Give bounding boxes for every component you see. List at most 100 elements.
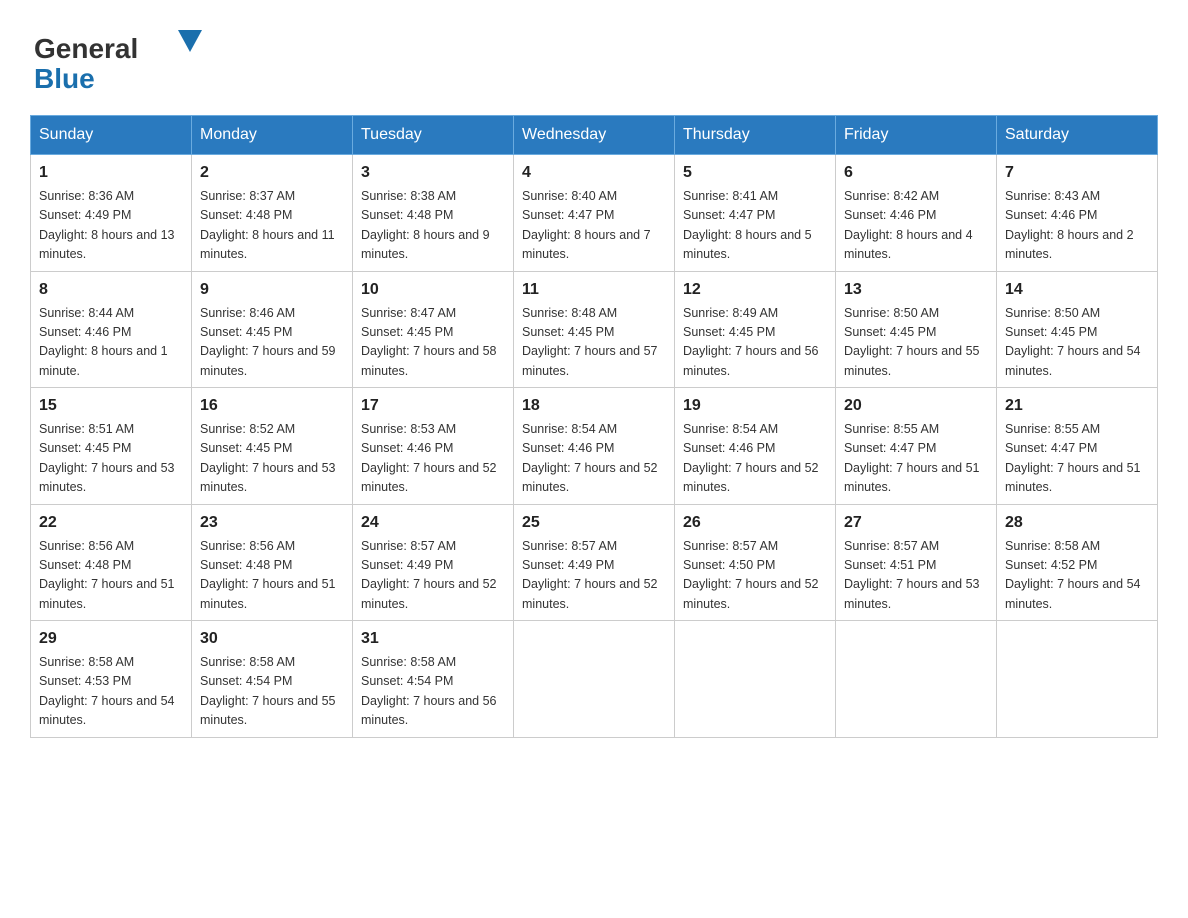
day-number: 24 [361, 511, 505, 535]
weekday-header-wednesday: Wednesday [514, 116, 675, 155]
day-number: 22 [39, 511, 183, 535]
calendar-week-5: 29Sunrise: 8:58 AMSunset: 4:53 PMDayligh… [31, 621, 1158, 738]
weekday-header-saturday: Saturday [997, 116, 1158, 155]
calendar-week-4: 22 Sunrise: 8:56 AMSunset: 4:48 PMDayligh… [31, 504, 1158, 621]
day-info: Sunrise: 8:57 AMSunset: 4:50 PMDaylight:… [683, 537, 827, 615]
day-number: 14 [1005, 278, 1149, 302]
svg-text:General: General [34, 33, 138, 64]
page-header: General Blue [30, 20, 1158, 95]
calendar-cell: 21Sunrise: 8:55 AMSunset: 4:47 PMDayligh… [997, 388, 1158, 505]
weekday-header-sunday: Sunday [31, 116, 192, 155]
day-info: Sunrise: 8:53 AMSunset: 4:46 PMDaylight:… [361, 420, 505, 498]
logo-svg: General Blue [30, 20, 220, 95]
calendar-cell: 28Sunrise: 8:58 AMSunset: 4:52 PMDayligh… [997, 504, 1158, 621]
day-info: Sunrise: 8:58 AMSunset: 4:52 PMDaylight:… [1005, 537, 1149, 615]
day-number: 31 [361, 627, 505, 651]
day-number: 26 [683, 511, 827, 535]
day-number: 6 [844, 161, 988, 185]
calendar-week-1: 1Sunrise: 8:36 AMSunset: 4:49 PMDaylight… [31, 155, 1158, 272]
day-number: 9 [200, 278, 344, 302]
day-info: Sunrise: 8:44 AMSunset: 4:46 PMDaylight:… [39, 304, 183, 382]
day-info: Sunrise: 8:50 AMSunset: 4:45 PMDaylight:… [1005, 304, 1149, 382]
day-number: 23 [200, 511, 344, 535]
calendar-cell: 25Sunrise: 8:57 AMSunset: 4:49 PMDayligh… [514, 504, 675, 621]
day-info: Sunrise: 8:54 AMSunset: 4:46 PMDaylight:… [683, 420, 827, 498]
day-info: Sunrise: 8:54 AMSunset: 4:46 PMDaylight:… [522, 420, 666, 498]
weekday-header-row: SundayMondayTuesdayWednesdayThursdayFrid… [31, 116, 1158, 155]
day-info: Sunrise: 8:55 AMSunset: 4:47 PMDaylight:… [1005, 420, 1149, 498]
day-info: Sunrise: 8:43 AMSunset: 4:46 PMDaylight:… [1005, 187, 1149, 265]
day-info: Sunrise: 8:41 AMSunset: 4:47 PMDaylight:… [683, 187, 827, 265]
day-number: 28 [1005, 511, 1149, 535]
day-number: 16 [200, 394, 344, 418]
day-number: 7 [1005, 161, 1149, 185]
day-info: Sunrise: 8:47 AMSunset: 4:45 PMDaylight:… [361, 304, 505, 382]
svg-text:Blue: Blue [34, 63, 95, 94]
day-info: Sunrise: 8:58 AMSunset: 4:54 PMDaylight:… [200, 653, 344, 731]
day-number: 25 [522, 511, 666, 535]
calendar-week-3: 15Sunrise: 8:51 AMSunset: 4:45 PMDayligh… [31, 388, 1158, 505]
calendar-cell [997, 621, 1158, 738]
day-info: Sunrise: 8:38 AMSunset: 4:48 PMDaylight:… [361, 187, 505, 265]
day-number: 19 [683, 394, 827, 418]
calendar-cell: 12Sunrise: 8:49 AMSunset: 4:45 PMDayligh… [675, 271, 836, 388]
day-number: 8 [39, 278, 183, 302]
calendar-cell: 20Sunrise: 8:55 AMSunset: 4:47 PMDayligh… [836, 388, 997, 505]
day-info: Sunrise: 8:58 AMSunset: 4:53 PMDaylight:… [39, 653, 183, 731]
calendar-cell: 17Sunrise: 8:53 AMSunset: 4:46 PMDayligh… [353, 388, 514, 505]
day-info: Sunrise: 8:42 AMSunset: 4:46 PMDaylight:… [844, 187, 988, 265]
weekday-header-thursday: Thursday [675, 116, 836, 155]
calendar-cell: 1Sunrise: 8:36 AMSunset: 4:49 PMDaylight… [31, 155, 192, 272]
day-number: 27 [844, 511, 988, 535]
day-info: Sunrise: 8:56 AMSunset: 4:48 PMDaylight:… [200, 537, 344, 615]
day-number: 12 [683, 278, 827, 302]
day-number: 30 [200, 627, 344, 651]
calendar-cell: 19Sunrise: 8:54 AMSunset: 4:46 PMDayligh… [675, 388, 836, 505]
day-info: Sunrise: 8:58 AMSunset: 4:54 PMDaylight:… [361, 653, 505, 731]
day-number: 11 [522, 278, 666, 302]
day-number: 21 [1005, 394, 1149, 418]
calendar-cell [675, 621, 836, 738]
calendar-cell: 27Sunrise: 8:57 AMSunset: 4:51 PMDayligh… [836, 504, 997, 621]
calendar-cell: 26Sunrise: 8:57 AMSunset: 4:50 PMDayligh… [675, 504, 836, 621]
day-info: Sunrise: 8:57 AMSunset: 4:51 PMDaylight:… [844, 537, 988, 615]
calendar-cell: 14Sunrise: 8:50 AMSunset: 4:45 PMDayligh… [997, 271, 1158, 388]
weekday-header-friday: Friday [836, 116, 997, 155]
day-number: 20 [844, 394, 988, 418]
calendar-cell: 5Sunrise: 8:41 AMSunset: 4:47 PMDaylight… [675, 155, 836, 272]
calendar-cell [836, 621, 997, 738]
day-number: 17 [361, 394, 505, 418]
day-info: Sunrise: 8:57 AMSunset: 4:49 PMDaylight:… [361, 537, 505, 615]
calendar-cell: 16Sunrise: 8:52 AMSunset: 4:45 PMDayligh… [192, 388, 353, 505]
calendar-cell: 29Sunrise: 8:58 AMSunset: 4:53 PMDayligh… [31, 621, 192, 738]
calendar-week-2: 8Sunrise: 8:44 AMSunset: 4:46 PMDaylight… [31, 271, 1158, 388]
calendar-cell: 23Sunrise: 8:56 AMSunset: 4:48 PMDayligh… [192, 504, 353, 621]
day-number: 4 [522, 161, 666, 185]
day-number: 13 [844, 278, 988, 302]
calendar-cell: 24Sunrise: 8:57 AMSunset: 4:49 PMDayligh… [353, 504, 514, 621]
calendar-cell [514, 621, 675, 738]
calendar-cell: 13Sunrise: 8:50 AMSunset: 4:45 PMDayligh… [836, 271, 997, 388]
weekday-header-monday: Monday [192, 116, 353, 155]
day-number: 3 [361, 161, 505, 185]
calendar-cell: 3Sunrise: 8:38 AMSunset: 4:48 PMDaylight… [353, 155, 514, 272]
calendar-cell: 31Sunrise: 8:58 AMSunset: 4:54 PMDayligh… [353, 621, 514, 738]
day-number: 1 [39, 161, 183, 185]
calendar-cell: 6Sunrise: 8:42 AMSunset: 4:46 PMDaylight… [836, 155, 997, 272]
calendar-cell: 7Sunrise: 8:43 AMSunset: 4:46 PMDaylight… [997, 155, 1158, 272]
calendar-cell: 15Sunrise: 8:51 AMSunset: 4:45 PMDayligh… [31, 388, 192, 505]
day-info: Sunrise: 8:40 AMSunset: 4:47 PMDaylight:… [522, 187, 666, 265]
day-info: Sunrise: 8:48 AMSunset: 4:45 PMDaylight:… [522, 304, 666, 382]
calendar-cell: 4Sunrise: 8:40 AMSunset: 4:47 PMDaylight… [514, 155, 675, 272]
calendar-cell: 11Sunrise: 8:48 AMSunset: 4:45 PMDayligh… [514, 271, 675, 388]
day-info: Sunrise: 8:49 AMSunset: 4:45 PMDaylight:… [683, 304, 827, 382]
day-number: 10 [361, 278, 505, 302]
day-info: Sunrise: 8:57 AMSunset: 4:49 PMDaylight:… [522, 537, 666, 615]
calendar-cell: 9Sunrise: 8:46 AMSunset: 4:45 PMDaylight… [192, 271, 353, 388]
day-number: 29 [39, 627, 183, 651]
calendar-cell: 18Sunrise: 8:54 AMSunset: 4:46 PMDayligh… [514, 388, 675, 505]
day-info: Sunrise: 8:50 AMSunset: 4:45 PMDaylight:… [844, 304, 988, 382]
weekday-header-tuesday: Tuesday [353, 116, 514, 155]
day-number: 15 [39, 394, 183, 418]
day-number: 5 [683, 161, 827, 185]
